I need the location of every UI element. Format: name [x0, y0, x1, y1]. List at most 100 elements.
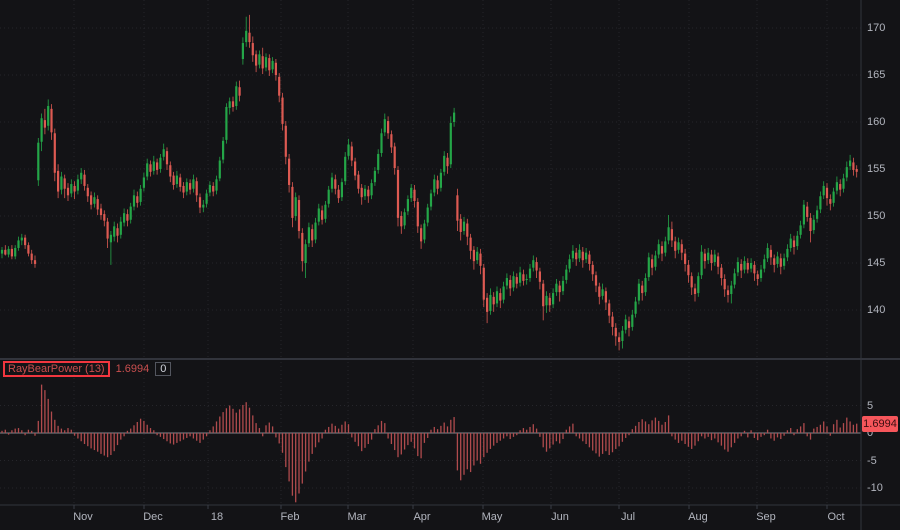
histogram-bar	[453, 417, 454, 433]
histogram-bar	[513, 433, 514, 437]
indicator-axis[interactable]: 50-5-10	[862, 360, 900, 505]
time-axis-label: Aug	[681, 511, 715, 523]
time-axis-label: 18	[200, 511, 234, 523]
histogram-bar	[589, 433, 590, 447]
histogram-bar	[440, 426, 441, 433]
indicator-last-value-badge: 1.6994	[862, 416, 898, 432]
histogram-bar	[189, 433, 190, 436]
histogram-bar	[711, 433, 712, 440]
histogram-bar	[318, 433, 319, 442]
chart-canvas[interactable]	[0, 0, 900, 530]
histogram-bar	[615, 433, 616, 449]
histogram-bar	[71, 430, 72, 433]
histogram-bar	[18, 428, 19, 433]
histogram-bar	[394, 433, 395, 450]
histogram-bar	[216, 421, 217, 433]
histogram-bar	[691, 433, 692, 449]
histogram-bar	[107, 433, 108, 457]
histogram-bar	[368, 433, 369, 444]
histogram-bar	[420, 433, 421, 458]
indicator-legend: RayBearPower (13) 1.6994 0	[3, 361, 171, 377]
histogram-bar	[21, 430, 22, 433]
histogram-bar	[156, 433, 157, 435]
histogram-bar	[401, 433, 402, 454]
histogram-bar	[853, 425, 854, 433]
indicator-zero-value: 0	[155, 362, 171, 376]
histogram-bar	[734, 433, 735, 443]
histogram-bar	[823, 421, 824, 433]
histogram-bar	[661, 425, 662, 433]
histogram-bar	[57, 426, 58, 433]
candle	[222, 137, 224, 163]
histogram-bar	[232, 409, 233, 433]
histogram-bar	[836, 420, 837, 433]
histogram-bar	[790, 428, 791, 433]
histogram-bar	[282, 433, 283, 453]
histogram-bar	[407, 433, 408, 445]
histogram-bar	[387, 433, 388, 439]
histogram-bar	[645, 421, 646, 433]
histogram-bar	[770, 433, 771, 439]
histogram-bar	[830, 433, 831, 436]
histogram-bar	[523, 428, 524, 433]
histogram-bar	[764, 433, 765, 435]
histogram-bar	[114, 433, 115, 451]
histogram-bar	[269, 423, 270, 433]
histogram-bar	[708, 433, 709, 437]
histogram-bar	[717, 433, 718, 442]
histogram-bar	[242, 405, 243, 433]
histogram-bar	[457, 433, 458, 470]
histogram-bar	[632, 429, 633, 433]
histogram-bar	[371, 433, 372, 440]
histogram-bar	[599, 433, 600, 457]
price-axis-label: 155	[867, 163, 885, 175]
histogram-bar	[549, 433, 550, 448]
candle	[397, 166, 399, 226]
histogram-bar	[447, 426, 448, 433]
histogram-bar	[833, 424, 834, 433]
histogram-bar	[704, 433, 705, 439]
histogram-bar	[721, 433, 722, 446]
histogram-bar	[820, 425, 821, 433]
histogram-bar	[239, 409, 240, 433]
histogram-bar	[229, 406, 230, 434]
histogram-bar	[34, 433, 35, 436]
histogram-bar	[777, 433, 778, 437]
histogram-bar	[493, 433, 494, 446]
price-axis-label: 140	[867, 304, 885, 316]
histogram-bar	[137, 422, 138, 433]
histogram-bar	[321, 433, 322, 439]
time-axis[interactable]: NovDec18FebMarAprMayJunJulAugSepOct	[0, 505, 900, 530]
histogram-bar	[519, 430, 520, 433]
histogram-bar	[44, 390, 45, 433]
histogram-bar	[110, 433, 111, 455]
histogram-bar	[130, 429, 131, 433]
histogram-bar	[576, 433, 577, 436]
histogram-bar	[335, 426, 336, 433]
histogram-bar	[199, 433, 200, 443]
histogram-bar	[64, 430, 65, 433]
histogram-bar	[292, 433, 293, 496]
histogram-bar	[526, 430, 527, 433]
histogram-bar	[467, 433, 468, 469]
histogram-bar	[582, 433, 583, 441]
histogram-bar	[744, 431, 745, 433]
histogram-bar	[701, 433, 702, 436]
price-axis[interactable]: 170165160155150145140	[862, 0, 900, 358]
histogram-bar	[97, 433, 98, 452]
histogram-bar	[374, 429, 375, 433]
histogram-bar	[427, 433, 428, 438]
histogram-bar	[780, 433, 781, 439]
histogram-bar	[186, 433, 187, 438]
histogram-bar	[572, 424, 573, 433]
histogram-bar	[612, 433, 613, 452]
histogram-bar	[361, 433, 362, 451]
histogram-bar	[826, 426, 827, 433]
histogram-bar	[203, 433, 204, 440]
histogram-bar	[843, 423, 844, 433]
histogram-bar	[595, 433, 596, 453]
histogram-bar	[642, 419, 643, 433]
histogram-bar	[331, 424, 332, 433]
indicator-title[interactable]: RayBearPower (13)	[3, 361, 110, 377]
histogram-bar	[51, 412, 52, 433]
